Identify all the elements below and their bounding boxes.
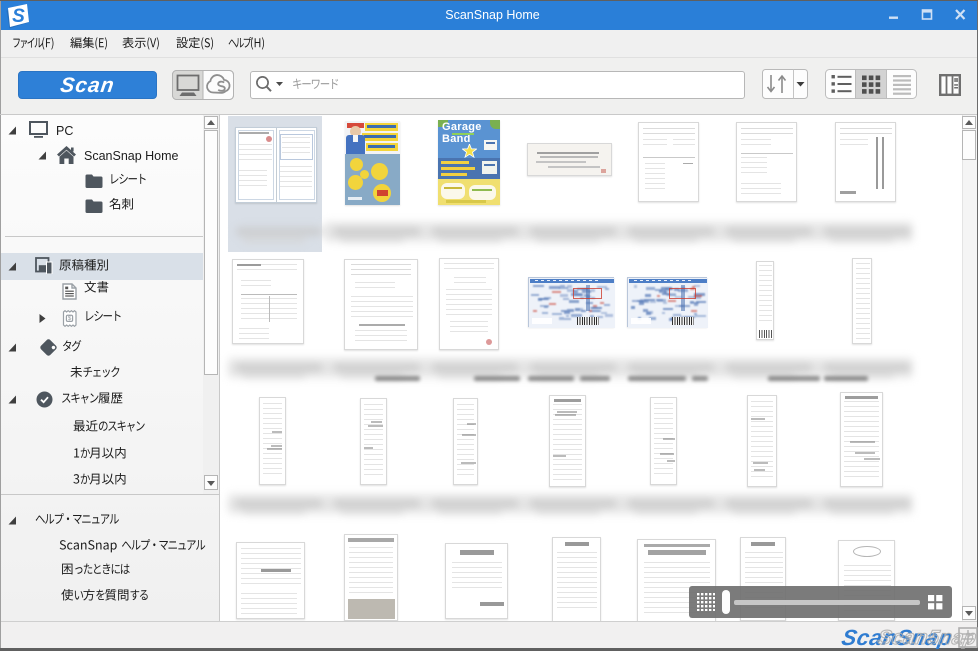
svg-text:$: $: [68, 315, 72, 322]
svg-text:S: S: [12, 6, 25, 27]
